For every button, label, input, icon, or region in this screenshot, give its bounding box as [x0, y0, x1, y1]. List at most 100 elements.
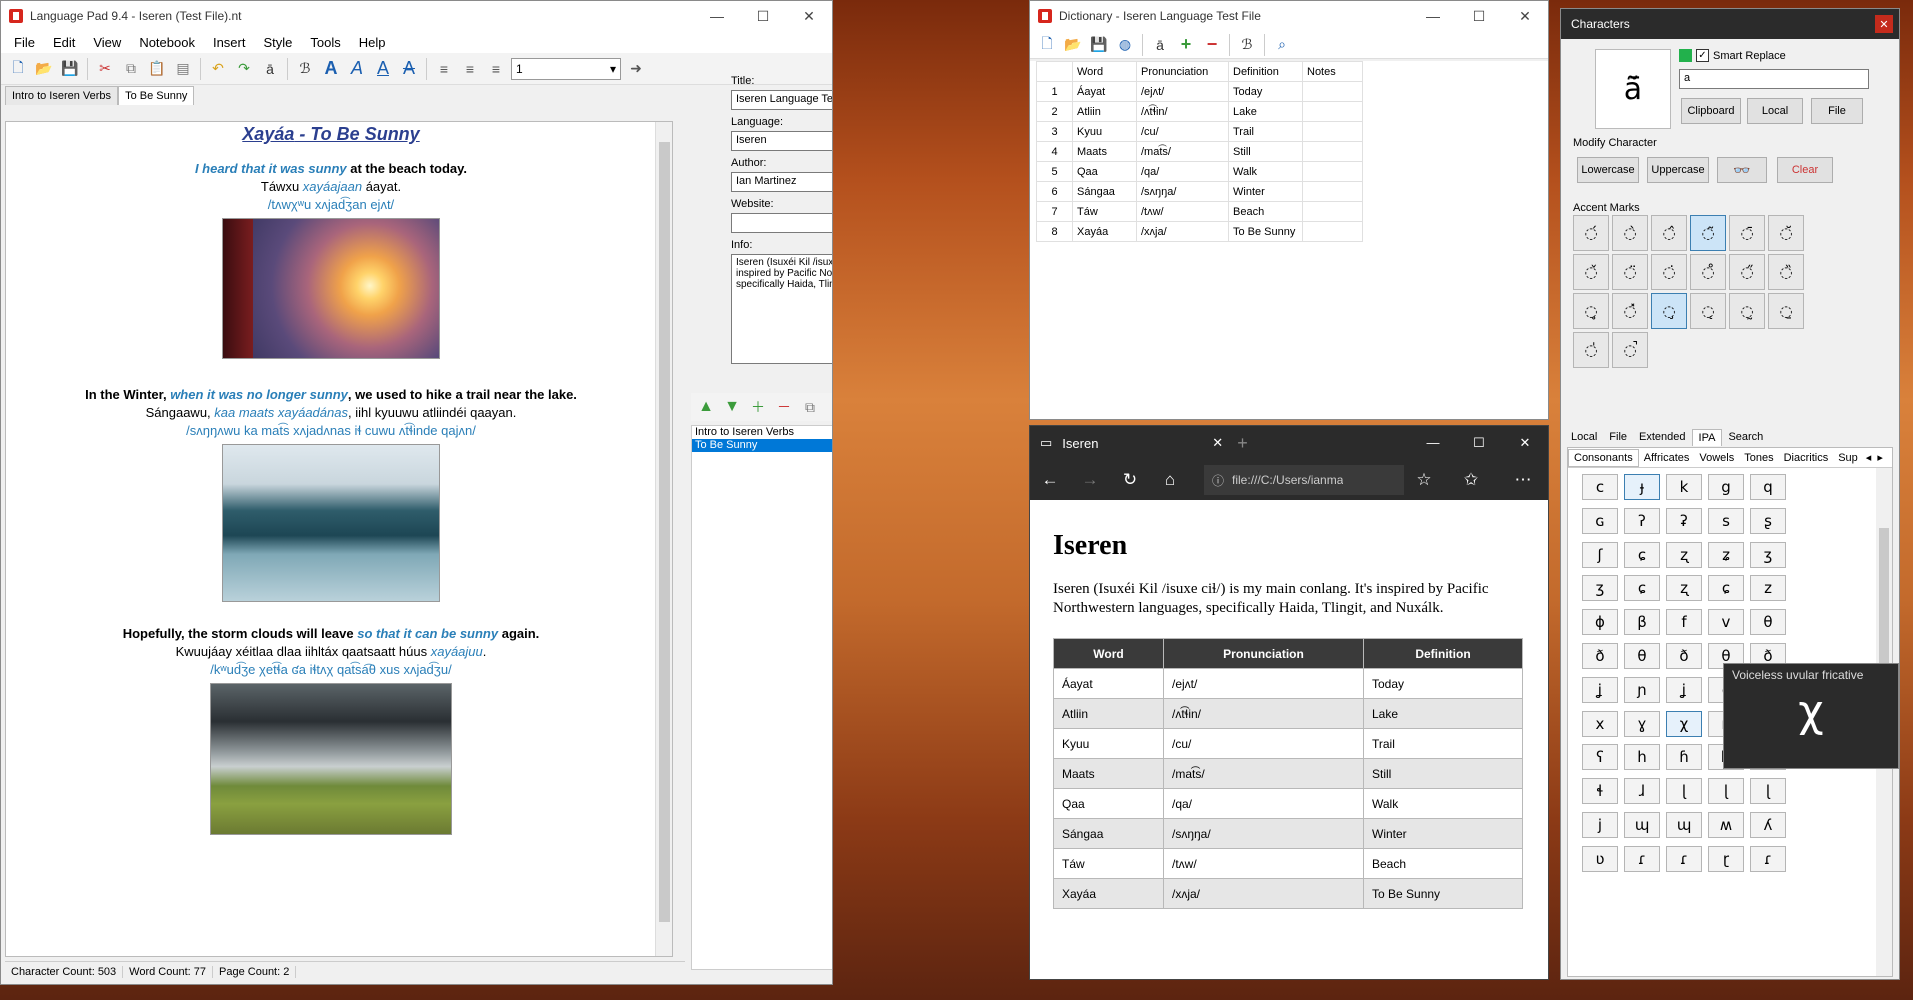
- file-button[interactable]: File: [1811, 98, 1863, 124]
- char-input[interactable]: a: [1679, 69, 1869, 89]
- remove-word-icon[interactable]: −: [1201, 34, 1223, 56]
- language-field[interactable]: Iseren: [731, 131, 832, 151]
- more-icon[interactable]: ⋯: [1498, 470, 1548, 490]
- globe-icon[interactable]: ◍: [1114, 34, 1136, 56]
- info-field[interactable]: Iseren (Isuxéi Kil /isuxe ciɬ/) is my ma…: [731, 254, 832, 364]
- accent-button[interactable]: ◌̀: [1612, 215, 1648, 251]
- close-icon[interactable]: ✕: [786, 1, 832, 31]
- minimize-icon[interactable]: —: [694, 1, 740, 31]
- subtab-consonants[interactable]: Consonants: [1568, 448, 1639, 467]
- italic-a-icon[interactable]: A: [346, 58, 368, 80]
- close-tab-icon[interactable]: ✕: [1212, 435, 1223, 451]
- table-row-current[interactable]: 4 Maats/mat͡s/Still: [1036, 141, 1363, 162]
- favorites-icon[interactable]: ✩: [1444, 470, 1498, 490]
- accent-button[interactable]: ◌̽: [1612, 293, 1648, 329]
- ipa-char-button[interactable]: h: [1624, 744, 1660, 771]
- uppercase-button[interactable]: Uppercase: [1647, 157, 1709, 183]
- ipa-char-button[interactable]: ɾ: [1666, 845, 1702, 872]
- local-button[interactable]: Local: [1747, 98, 1803, 124]
- table-row[interactable]: 2 Atliin/ʌt͡ɬin/Lake: [1036, 101, 1363, 122]
- ipa-char-button[interactable]: ʒ: [1750, 541, 1786, 568]
- ipa-char-button[interactable]: ɸ: [1582, 609, 1618, 636]
- ipa-char-button[interactable]: ʔ: [1624, 507, 1660, 534]
- open-folder-icon[interactable]: 📂: [33, 58, 55, 80]
- ipa-char-button[interactable]: ʎ: [1750, 812, 1786, 838]
- underline-a-icon[interactable]: A: [372, 58, 394, 80]
- col-pronunciation[interactable]: Pronunciation: [1136, 61, 1229, 82]
- accent-button[interactable]: ◌̈: [1612, 254, 1648, 290]
- table-row[interactable]: 1 Áayat/ejʌt/Today: [1036, 81, 1363, 102]
- chevron-left-icon[interactable]: ◂: [1863, 451, 1875, 464]
- col-notes[interactable]: Notes: [1302, 61, 1363, 82]
- accent-button[interactable]: ◌̄: [1729, 215, 1765, 251]
- subtab-sup[interactable]: Sup: [1833, 450, 1863, 466]
- add-page-icon[interactable]: ＋: [747, 396, 769, 418]
- accent-button[interactable]: ◌̏: [1768, 254, 1804, 290]
- close-icon[interactable]: ✕: [1875, 15, 1893, 33]
- ipa-char-button[interactable]: ɭ: [1750, 778, 1786, 805]
- ipa-char-button[interactable]: ʃ: [1582, 541, 1618, 568]
- refresh-icon[interactable]: ↻: [1110, 470, 1150, 490]
- font-a-icon[interactable]: A: [320, 58, 342, 80]
- clear-button[interactable]: Clear: [1777, 157, 1833, 183]
- align-left-icon[interactable]: ≡: [433, 58, 455, 80]
- ipa-char-button[interactable]: ɢ: [1582, 507, 1618, 534]
- new-tab-icon[interactable]: +: [1237, 433, 1248, 454]
- ipa-char-button[interactable]: c: [1582, 474, 1618, 500]
- ipa-char-button[interactable]: ʐ: [1666, 541, 1702, 568]
- save-icon[interactable]: 💾: [1088, 34, 1110, 56]
- strike-a-icon[interactable]: A: [398, 58, 420, 80]
- character-icon[interactable]: ā: [1149, 34, 1171, 56]
- close-icon[interactable]: ✕: [1502, 435, 1548, 451]
- ipa-char-button[interactable]: ɣ: [1624, 710, 1660, 737]
- ipa-char-button[interactable]: z: [1750, 575, 1786, 602]
- cut-icon[interactable]: ✂: [94, 58, 116, 80]
- chevron-right-icon[interactable]: ▸: [1874, 451, 1886, 464]
- new-file-icon[interactable]: 🗋: [1036, 34, 1058, 56]
- checkbox-icon[interactable]: ✓: [1696, 49, 1709, 62]
- paste-plain-icon[interactable]: ▤: [172, 58, 194, 80]
- font-size-combo[interactable]: 1 ▾: [511, 57, 621, 80]
- ipa-char-button[interactable]: ʕ: [1582, 744, 1618, 771]
- undo-icon[interactable]: ↶: [207, 58, 229, 80]
- insert-arrow-icon[interactable]: ➜: [625, 58, 647, 80]
- ipa-char-button[interactable]: ʝ: [1582, 676, 1618, 703]
- accent-button[interactable]: ◌̆: [1768, 215, 1804, 251]
- ipa-char-button[interactable]: k: [1666, 474, 1702, 500]
- author-field[interactable]: Ian Martinez: [731, 172, 832, 192]
- accent-button[interactable]: ◌̍: [1573, 332, 1609, 368]
- tab-to-be-sunny[interactable]: To Be Sunny: [118, 86, 195, 105]
- minimize-icon[interactable]: —: [1410, 435, 1456, 451]
- ipa-char-button[interactable]: ɰ: [1624, 812, 1660, 838]
- ipa-char-button[interactable]: ʋ: [1582, 845, 1618, 872]
- menu-style[interactable]: Style: [254, 35, 301, 50]
- tab-local[interactable]: Local: [1565, 429, 1603, 446]
- title-field[interactable]: Iseren Language Test File: [731, 90, 832, 110]
- accent-button[interactable]: ◌̂: [1651, 215, 1687, 251]
- minimize-icon[interactable]: —: [1410, 1, 1456, 31]
- tab-file[interactable]: File: [1603, 429, 1633, 446]
- accent-button[interactable]: ◌̱: [1768, 293, 1804, 329]
- table-row[interactable]: 3 Kyuu/cu/Trail: [1036, 121, 1363, 142]
- table-row[interactable]: 7 Táw/tʌw/Beach: [1036, 201, 1363, 222]
- ipa-char-button[interactable]: ɭ: [1708, 778, 1744, 805]
- clipboard-button[interactable]: Clipboard: [1681, 98, 1741, 124]
- ipa-char-button[interactable]: s: [1708, 507, 1744, 534]
- website-field[interactable]: [731, 213, 832, 233]
- accent-button[interactable]: ◌́: [1573, 215, 1609, 251]
- new-file-icon[interactable]: 🗋: [7, 58, 29, 80]
- star-icon[interactable]: ☆: [1404, 470, 1444, 490]
- menu-edit[interactable]: Edit: [44, 35, 84, 50]
- dictionary-icon[interactable]: ℬ: [1236, 34, 1258, 56]
- ipa-char-button[interactable]: ʒ: [1582, 575, 1618, 602]
- close-icon[interactable]: ✕: [1502, 1, 1548, 31]
- ipa-char-button[interactable]: ʡ: [1666, 507, 1702, 534]
- ipa-char-button[interactable]: χ: [1666, 710, 1702, 737]
- menu-insert[interactable]: Insert: [204, 35, 255, 50]
- accent-button[interactable]: ◌̃: [1690, 215, 1726, 251]
- menu-view[interactable]: View: [84, 35, 130, 50]
- page-list-item-selected[interactable]: To Be Sunny: [692, 439, 832, 452]
- subtab-vowels[interactable]: Vowels: [1694, 450, 1739, 466]
- ipa-char-button[interactable]: j: [1582, 812, 1618, 838]
- ipa-char-button[interactable]: β: [1624, 609, 1660, 636]
